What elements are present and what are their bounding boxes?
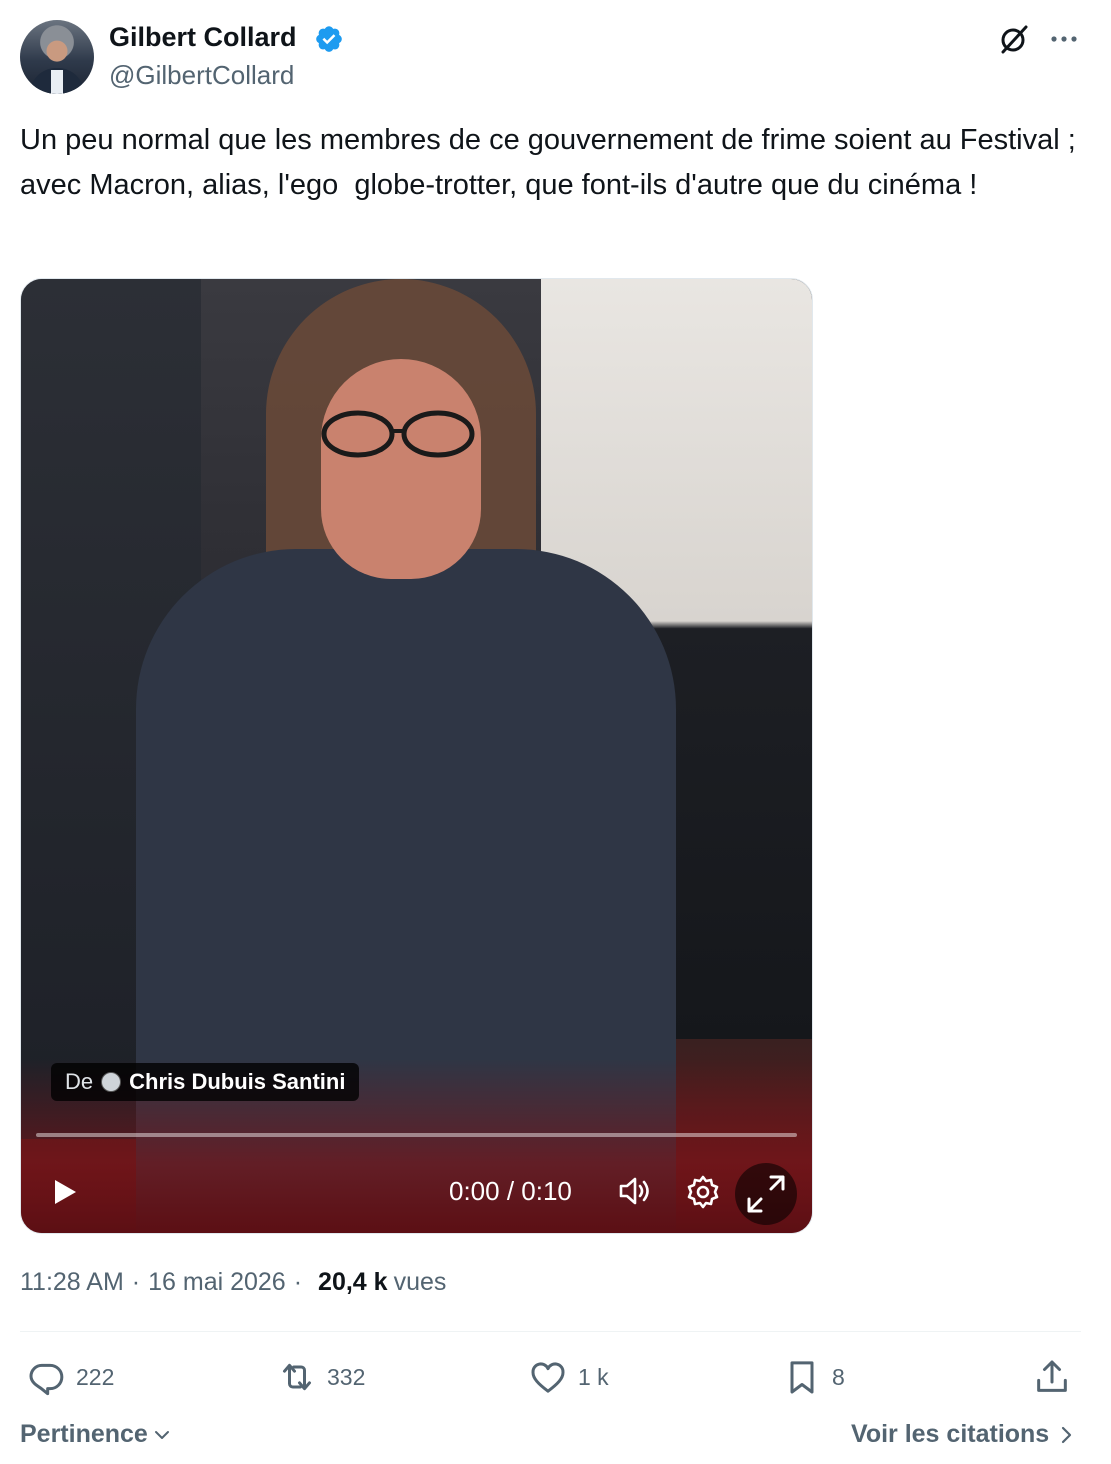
divider [20, 1331, 1081, 1332]
like-button[interactable]: 1 k [528, 1355, 609, 1399]
sort-dropdown[interactable]: Pertinence [20, 1420, 172, 1449]
views-count: 20,4 k [318, 1268, 388, 1296]
expand-icon [747, 1175, 785, 1213]
author-name[interactable]: Gilbert Collard [109, 20, 297, 54]
play-icon[interactable] [51, 1177, 79, 1207]
avatar[interactable] [20, 20, 94, 94]
expand-button[interactable] [735, 1163, 797, 1225]
like-icon [531, 1362, 565, 1393]
sort-label: Pertinence [20, 1420, 148, 1448]
more-icon[interactable] [1046, 22, 1082, 56]
credit-prefix: De [65, 1069, 94, 1094]
repost-count: 332 [327, 1363, 366, 1390]
like-count: 1 k [578, 1363, 609, 1390]
settings-icon[interactable] [685, 1174, 721, 1210]
tweet-text: Un peu normal que les membres de ce gouv… [20, 124, 1084, 201]
share-icon [1037, 1360, 1067, 1392]
credit-name[interactable]: Chris Dubuis Santini [129, 1069, 345, 1095]
volume-icon[interactable] [617, 1174, 653, 1208]
quotes-label: Voir les citations [851, 1420, 1050, 1448]
reply-icon [29, 1363, 64, 1396]
video-time: 0:00 / 0:10 [449, 1176, 572, 1206]
tweet-meta: 11:28 AM · 16 mai 2026 · 20,4 k vues [20, 1264, 446, 1300]
tweet-date[interactable]: 16 mai 2026 [148, 1264, 286, 1300]
video-player[interactable]: De Chris Dubuis Santini 0:00 / 0:10 [20, 278, 813, 1234]
tweet-time[interactable]: 11:28 AM [20, 1264, 124, 1300]
video-credit[interactable]: De Chris Dubuis Santini [51, 1063, 360, 1101]
reply-button[interactable]: 222 [26, 1355, 114, 1399]
grok-icon[interactable] [996, 22, 1030, 56]
repost-button[interactable]: 332 [277, 1355, 365, 1399]
views-label: vues [393, 1268, 447, 1296]
chevron-right-icon [1062, 1426, 1072, 1443]
repost-icon [283, 1363, 311, 1391]
verified-icon [316, 26, 342, 52]
view-quotes-link[interactable]: Voir les citations [851, 1420, 1075, 1449]
bookmark-button[interactable]: 8 [782, 1355, 845, 1399]
video-progress-bar[interactable] [36, 1133, 797, 1137]
reply-count: 222 [76, 1363, 115, 1390]
bookmark-icon [790, 1361, 814, 1394]
share-button[interactable] [1032, 1355, 1072, 1399]
credit-avatar [101, 1072, 122, 1092]
author-handle[interactable]: @GilbertCollard [109, 58, 294, 92]
chevron-down-icon [154, 1430, 169, 1439]
bookmark-count: 8 [832, 1363, 845, 1390]
